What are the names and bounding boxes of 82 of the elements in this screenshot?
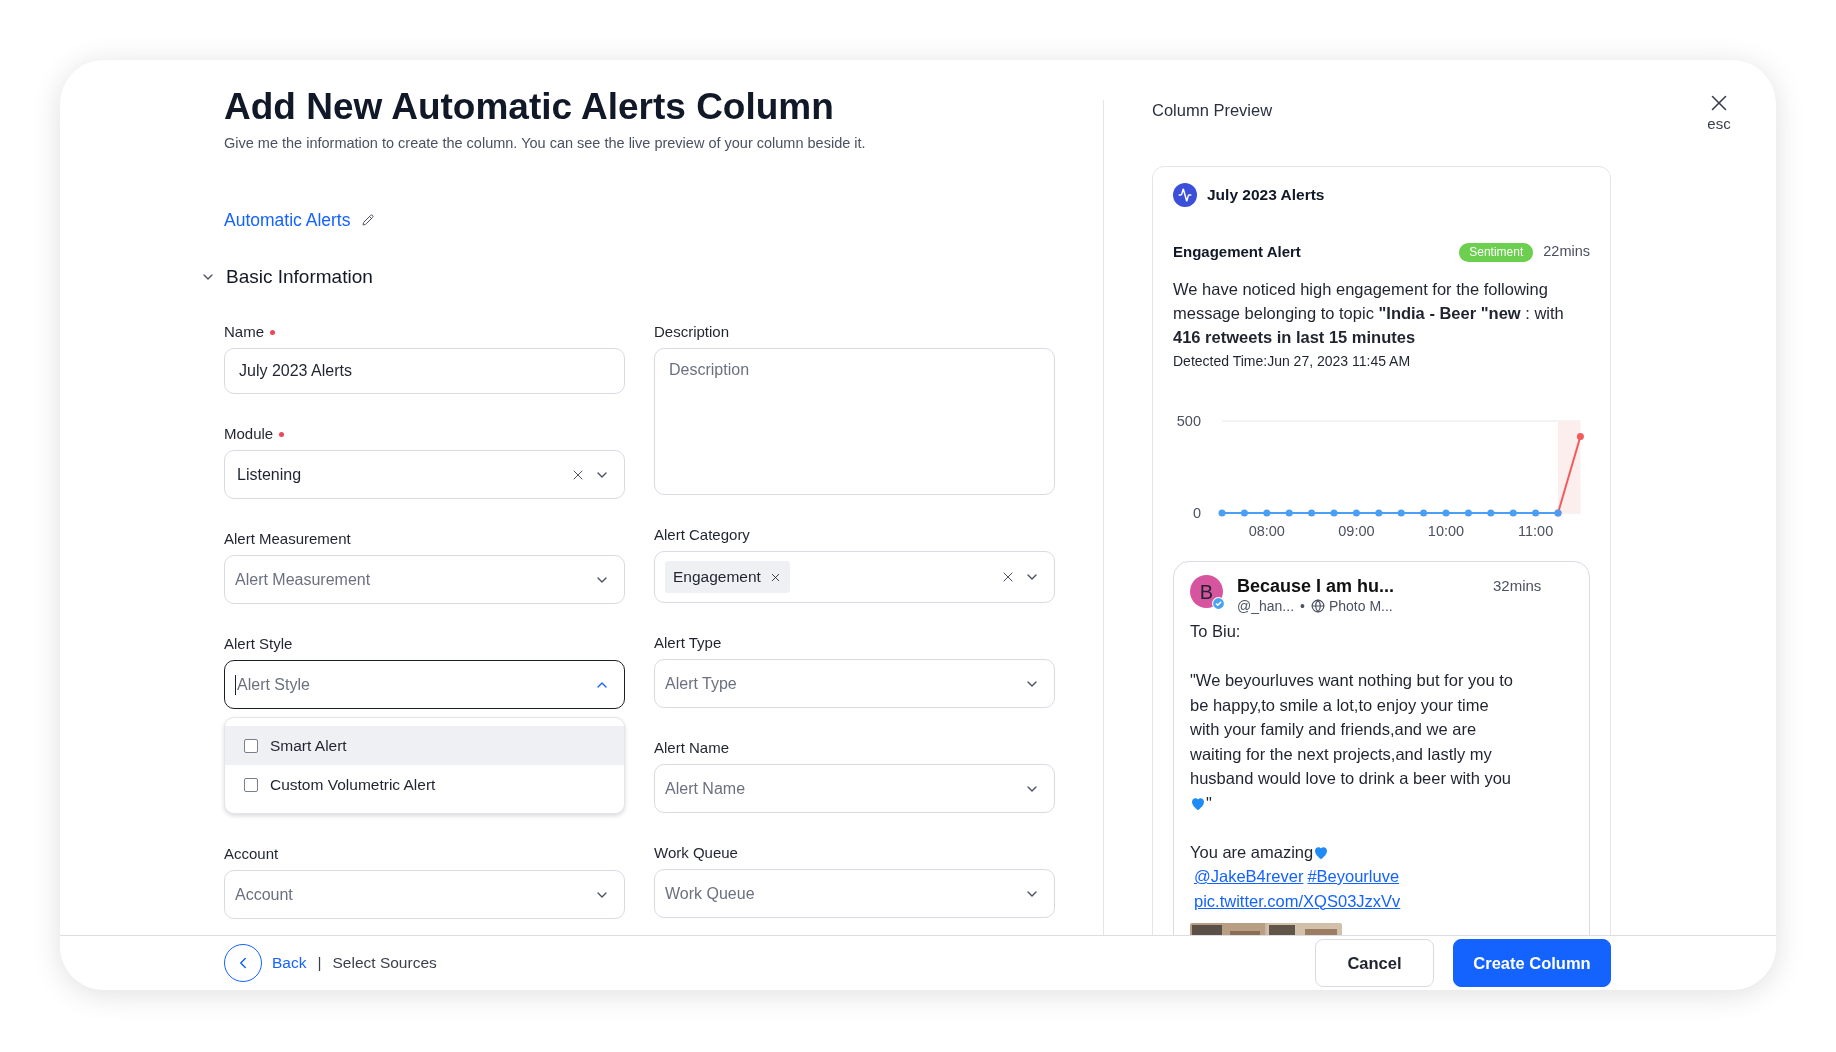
field-label: Account xyxy=(224,845,279,863)
esc-label: esc xyxy=(1707,116,1731,132)
select-field[interactable]: Account xyxy=(224,870,625,919)
data-point xyxy=(1397,509,1405,517)
select-field[interactable]: Alert Style xyxy=(224,660,625,709)
x-axis-label: 10:00 xyxy=(1427,523,1465,539)
post-text: You are amazing xyxy=(1190,842,1314,861)
create-button[interactable]: Create Column xyxy=(1453,939,1611,987)
page-title: Add New Automatic Alerts Column xyxy=(224,85,835,129)
x-axis-label: 08:00 xyxy=(1248,523,1285,539)
field-label: Alert Type xyxy=(654,634,722,652)
preview-title: Column Preview xyxy=(1152,100,1274,121)
section-title: Basic Information xyxy=(226,264,373,289)
data-point xyxy=(1420,509,1428,517)
field-label: Module xyxy=(224,425,274,443)
post-link[interactable]: #Beyourluve xyxy=(1307,867,1400,885)
select-field[interactable]: Alert Measurement xyxy=(224,555,625,604)
checkbox[interactable] xyxy=(244,738,258,753)
post-link[interactable]: pic.twitter.com/XQS03JzxVv xyxy=(1194,891,1401,910)
select-field[interactable]: Listening xyxy=(224,450,625,499)
data-point xyxy=(1330,509,1338,517)
data-point xyxy=(1509,509,1517,517)
field-label: Description xyxy=(654,323,730,341)
dropdown-option[interactable]: Custom Volumetric Alert xyxy=(225,765,624,804)
verified-badge-icon xyxy=(1212,597,1225,610)
post-text: " xyxy=(1206,793,1212,812)
data-point xyxy=(1352,509,1360,517)
heart-icon xyxy=(1190,795,1206,811)
globe-icon xyxy=(1310,599,1325,613)
data-point xyxy=(1576,432,1584,440)
x-axis-label: 11:00 xyxy=(1518,523,1554,539)
data-point xyxy=(1308,509,1316,517)
dropdown-option[interactable]: Smart Alert xyxy=(225,726,624,765)
page-subtitle: Give me the information to create the column. You can see the live preview of your column beside it. xyxy=(224,134,867,153)
author-handle: @_han... xyxy=(1237,597,1295,615)
text-area[interactable]: Description xyxy=(654,348,1055,495)
activity-icon xyxy=(1173,183,1197,207)
tag-label: Engagement xyxy=(673,567,761,588)
data-point xyxy=(1487,509,1495,517)
data-point xyxy=(1532,509,1540,517)
data-point xyxy=(1240,509,1248,517)
card-title: July 2023 Alerts xyxy=(1207,185,1325,206)
edit-icon[interactable] xyxy=(362,214,375,226)
alert-title: Engagement Alert xyxy=(1173,241,1302,262)
breadcrumb-separator: | xyxy=(317,953,322,974)
select-field[interactable]: Work Queue xyxy=(654,869,1055,918)
data-point xyxy=(1442,509,1450,517)
data-point xyxy=(1285,509,1293,517)
data-point xyxy=(1375,509,1383,517)
step-label: Select Sources xyxy=(332,953,437,974)
data-point xyxy=(1218,509,1226,517)
x-axis-label: 09:00 xyxy=(1338,523,1375,539)
cancel-button[interactable]: Cancel xyxy=(1315,939,1434,987)
separator-dot: • xyxy=(1300,597,1305,615)
field-label: Alert Name xyxy=(654,739,730,757)
select-field[interactable]: Alert Type xyxy=(654,659,1055,708)
post-source: Photo M... xyxy=(1328,597,1393,615)
text-field[interactable]: July 2023 Alerts xyxy=(224,348,625,394)
sentiment-tag: Sentiment xyxy=(1459,242,1534,262)
back-link[interactable]: Back xyxy=(272,951,307,975)
data-point xyxy=(1263,509,1271,517)
field-label: Alert Style xyxy=(224,635,293,653)
field-label: Name xyxy=(224,323,264,341)
post-text: "We beyourluves want nothing but for you to be happy,to smile a lot,to enjoy your time with your family and friends,and we are waiting for the next projects,and lastly my husband would love to drink a beer with you xyxy=(1190,671,1513,787)
post-text: To Biu: xyxy=(1190,622,1241,640)
field-label: Alert Category xyxy=(654,526,750,544)
select-field[interactable]: Alert Name xyxy=(654,764,1055,813)
column-name[interactable]: Automatic Alerts xyxy=(224,206,351,234)
field-label: Alert Measurement xyxy=(224,530,351,548)
author-name: Because I am hu... xyxy=(1237,575,1396,597)
alert-time: 22mins xyxy=(1543,242,1590,262)
detected-time: Detected Time:Jun 27, 2023 11:45 AM xyxy=(1173,352,1412,371)
y-axis-label: 500 xyxy=(1176,413,1201,429)
data-point xyxy=(1464,509,1472,517)
post-time: 32mins xyxy=(1493,576,1542,596)
checkbox[interactable] xyxy=(244,777,258,792)
select-field[interactable]: Engagement xyxy=(654,551,1055,603)
y-axis-label: 0 xyxy=(1192,505,1201,521)
heart-icon xyxy=(1313,844,1330,860)
alert-message: We have noticed high engagement for the following message belonging to topic "India - Beer "new : with 416 retweets in last 15 minutes xyxy=(1173,279,1565,348)
post-link[interactable]: @JakeB4rever xyxy=(1194,867,1304,885)
field-label: Work Queue xyxy=(654,844,738,862)
